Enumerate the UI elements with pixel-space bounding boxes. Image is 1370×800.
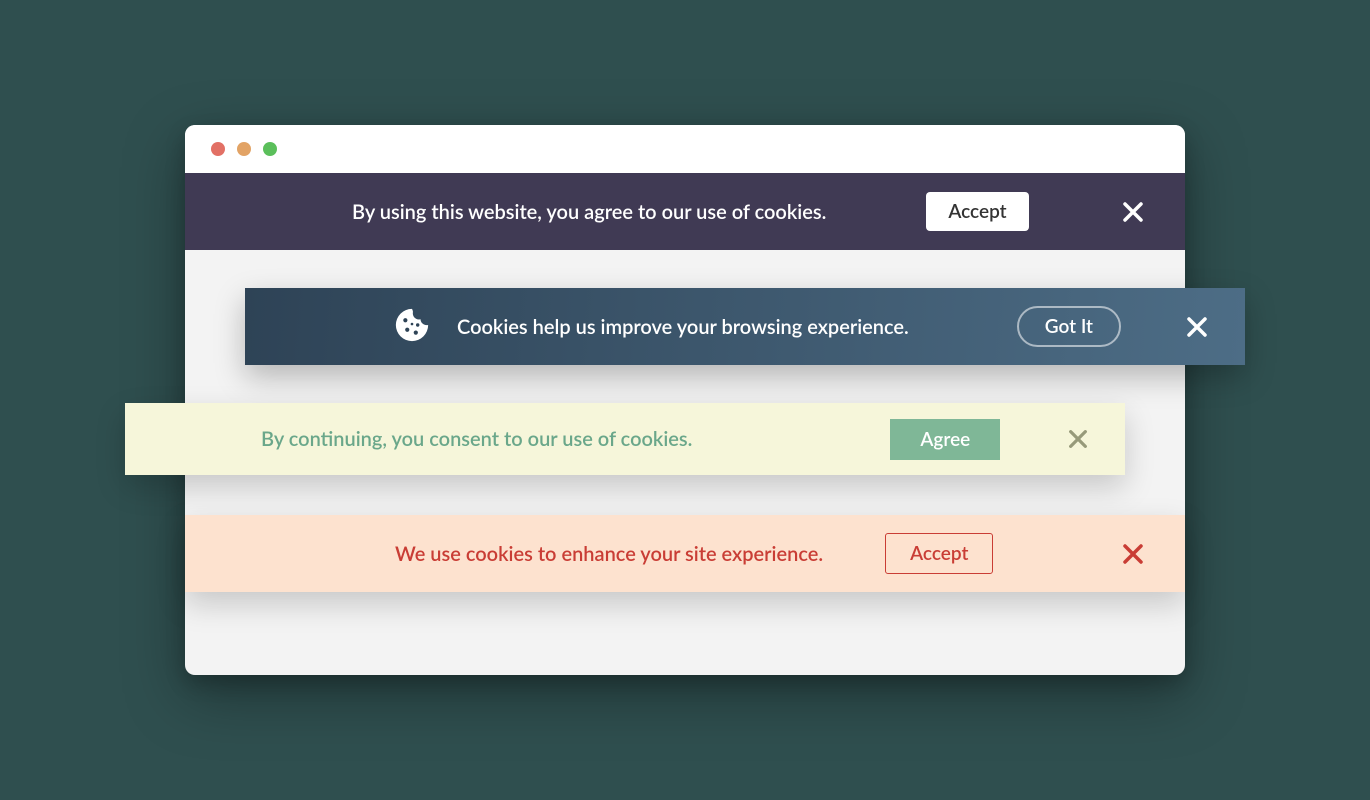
cookie-banner-1-text: By using this website, you agree to our … <box>352 200 826 224</box>
accept-button-2-label: Accept <box>910 542 968 565</box>
close-icon <box>1121 200 1145 224</box>
agree-button[interactable]: Agree <box>890 419 1000 460</box>
titlebar <box>185 125 1185 173</box>
cookie-banner-2-text: Cookies help us improve your browsing ex… <box>457 315 909 339</box>
got-it-button-label: Got It <box>1045 315 1093 338</box>
close-banner-3-button[interactable] <box>1067 428 1089 450</box>
cookie-banner-2: Cookies help us improve your browsing ex… <box>245 288 1245 365</box>
agree-button-label: Agree <box>920 428 970 451</box>
window-close-button[interactable] <box>211 142 225 156</box>
accept-button[interactable]: Accept <box>926 192 1028 231</box>
window-maximize-button[interactable] <box>263 142 277 156</box>
cookie-banner-4-text: We use cookies to enhance your site expe… <box>395 542 823 566</box>
cookie-banner-4: We use cookies to enhance your site expe… <box>185 515 1185 592</box>
accept-button-2[interactable]: Accept <box>885 533 993 574</box>
close-icon <box>1185 315 1209 339</box>
browser-window: By using this website, you agree to our … <box>185 125 1185 675</box>
got-it-button[interactable]: Got It <box>1017 306 1121 347</box>
accept-button-label: Accept <box>948 200 1006 223</box>
close-icon <box>1067 428 1089 450</box>
close-banner-2-button[interactable] <box>1185 315 1209 339</box>
cookie-banner-3: By continuing, you consent to our use of… <box>125 403 1125 475</box>
cookie-banner-3-text: By continuing, you consent to our use of… <box>261 427 692 451</box>
close-icon <box>1121 542 1145 566</box>
cookie-icon <box>393 306 431 348</box>
close-banner-1-button[interactable] <box>1121 200 1145 224</box>
close-banner-4-button[interactable] <box>1121 542 1145 566</box>
window-minimize-button[interactable] <box>237 142 251 156</box>
cookie-banner-1: By using this website, you agree to our … <box>185 173 1185 250</box>
